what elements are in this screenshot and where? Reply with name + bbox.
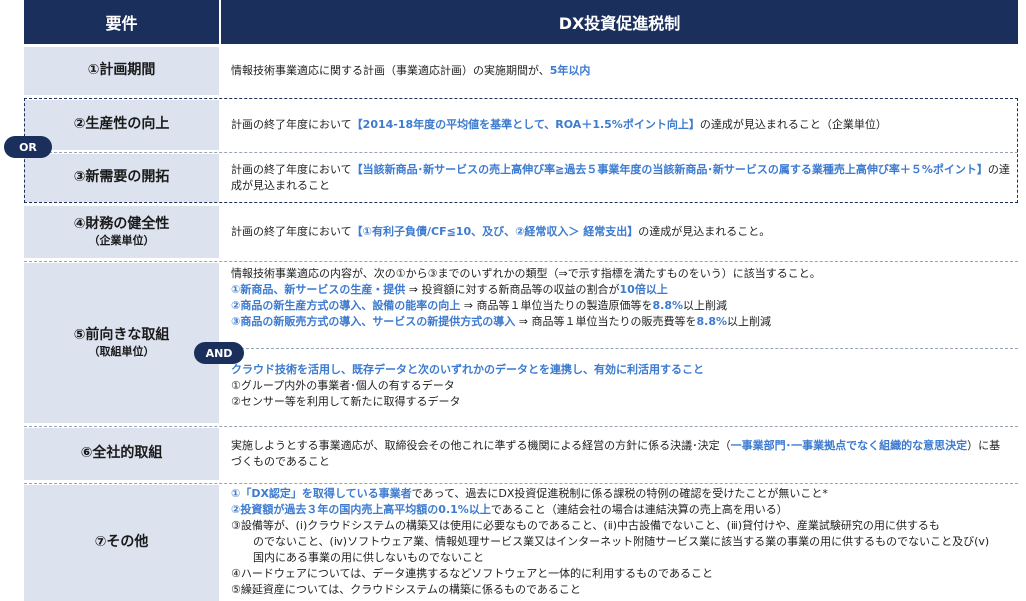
row-forward-cloud: クラウド技術を活用し、既存データと次のいずれかのデータとを連携し、有効に利活用す… — [221, 362, 1018, 418]
row-financial-health: 計画の終了年度において【①有利子負債/CF≦10、及び、②経常収入＞ 経常支出】… — [221, 206, 1018, 258]
req-forward-looking-sub: （取組単位） — [88, 344, 155, 358]
req-forward-looking-label: ⑤前向きな取組 — [73, 327, 170, 344]
highlight: 一事業部門･一事業拠点でなく組織的な意思決定 — [730, 439, 968, 452]
highlight: ②商品の新生産方式の導入、設備の能率の向上 — [231, 299, 461, 312]
text: であること（連結会社の場合は連結決算の売上高を用いる） — [490, 503, 788, 516]
req-company-wide-label: ⑥全社的取組 — [80, 445, 163, 462]
header-requirements: 要件 — [24, 0, 219, 44]
highlight: ①新商品、新サービスの生産・提供 — [231, 283, 406, 296]
row-company-wide: 実施しようとする事業適応が、取締役会その他これに準ずる機関による経営の方針に係る… — [221, 428, 1018, 480]
req-forward-looking: ⑤前向きな取組 （取組単位） — [24, 263, 219, 423]
text: の達成が見込まれること。 — [638, 225, 771, 238]
row-plan-period: 情報技術事業適応に関する計画（事業適応計画）の実施期間が、5年以内 — [221, 47, 1018, 95]
text: 計画の終了年度において — [231, 225, 352, 238]
cloud-data-1: ①グループ内外の事業者･個人の有するデータ — [231, 379, 455, 392]
text: であって、過去にDX投資促進税制に係る課税の特例の確認を受けたことが無いこと* — [411, 487, 828, 500]
row-forward-types: 情報技術事業適応の内容が、次の①から③までのいずれかの類型（⇒で示す指標を満たす… — [221, 266, 1018, 338]
forward-type-2: ②商品の新生産方式の導入、設備の能率の向上 ⇒ 商品等１単位当たりの製造原価等を… — [231, 298, 1010, 314]
highlight: 10倍以上 — [619, 283, 668, 296]
req-other: ⑦その他 — [24, 485, 219, 601]
row-other: ①「DX認定」を取得している事業者であって、過去にDX投資促進税制に係る課税の特… — [221, 486, 1018, 600]
forward-type-3: ③商品の新販売方式の導入、サービスの新提供方式の導入 ⇒ 商品等１単位当たりの販… — [231, 314, 1010, 330]
highlight: ③商品の新販売方式の導入、サービスの新提供方式の導入 — [231, 315, 516, 328]
highlight: ①「DX認定」を取得している事業者 — [231, 487, 412, 500]
divider — [24, 483, 1018, 484]
other-5: ⑤繰延資産については、クラウドシステムの構築に係るものであること — [231, 583, 581, 596]
and-badge: AND — [194, 342, 244, 364]
text: 実施しようとする事業適応が、取締役会その他これに準ずる機関による経営の方針に係る… — [231, 439, 731, 452]
req-financial-health-sub: （企業単位） — [88, 233, 155, 247]
cloud-requirement: クラウド技術を活用し、既存データと次のいずれかのデータとを連携し、有効に利活用す… — [231, 363, 704, 376]
highlight: 5年以内 — [549, 64, 591, 77]
divider — [24, 426, 1018, 427]
divider — [221, 348, 1018, 349]
other-1: ①「DX認定」を取得している事業者であって、過去にDX投資促進税制に係る課税の特… — [231, 486, 1010, 502]
other-3-cont: のでないこと、(ⅳ)ソフトウェア業、情報処理サービス業又はインターネット附随サー… — [253, 535, 990, 548]
highlight: 8.8% — [696, 315, 728, 328]
forward-type-1: ①新商品、新サービスの生産・提供 ⇒ 投資額に対する新商品等の収益の割合が10倍… — [231, 282, 1010, 298]
other-4: ④ハードウェアについては、データ連携するなどソフトウェアと一体的に利用するもので… — [231, 567, 713, 580]
text: ⇒ 商品等１単位当たりの製造原価等を — [460, 299, 653, 312]
divider — [24, 261, 1018, 262]
highlight: ②投資額が過去３年の国内売上高平均額の0.1%以上 — [231, 503, 491, 516]
req-plan-period: ①計画期間 — [24, 47, 219, 95]
req-plan-period-label: ①計画期間 — [87, 62, 156, 79]
other-3-cont: 国内にある事業の用に供しないものでないこと — [253, 551, 484, 564]
highlight: 8.8% — [652, 299, 684, 312]
text: ⇒ 投資額に対する新商品等の収益の割合が — [405, 283, 620, 296]
text: 情報技術事業適応に関する計画（事業適応計画）の実施期間が、 — [231, 64, 550, 77]
req-company-wide: ⑥全社的取組 — [24, 428, 219, 480]
header-dx-tax: DX投資促進税制 — [221, 0, 1018, 44]
highlight: 【①有利子負債/CF≦10、及び、②経常収入＞ 経常支出】 — [351, 225, 639, 238]
text: 以上削減 — [727, 315, 772, 328]
or-badge: OR — [4, 136, 52, 158]
text: ⇒ 商品等１単位当たりの販売費等を — [515, 315, 697, 328]
dx-tax-requirements-table: 要件 DX投資促進税制 ①計画期間 情報技術事業適応に関する計画（事業適応計画）… — [24, 0, 1018, 601]
req-financial-health-label: ④財務の健全性 — [73, 216, 170, 233]
cloud-data-2: ②センサー等を利用して新たに取得するデータ — [231, 395, 461, 408]
other-3: ③設備等が、(ⅰ)クラウドシステムの構築又は使用に必要なものであること、(ⅱ)中… — [231, 519, 940, 532]
req-other-label: ⑦その他 — [94, 534, 149, 551]
other-2: ②投資額が過去３年の国内売上高平均額の0.1%以上であること（連結会社の場合は連… — [231, 502, 1010, 518]
or-group-box — [24, 98, 1018, 203]
forward-intro: 情報技術事業適応の内容が、次の①から③までのいずれかの類型（⇒で示す指標を満たす… — [231, 267, 821, 280]
text: 以上削減 — [683, 299, 728, 312]
req-financial-health: ④財務の健全性 （企業単位） — [24, 206, 219, 258]
